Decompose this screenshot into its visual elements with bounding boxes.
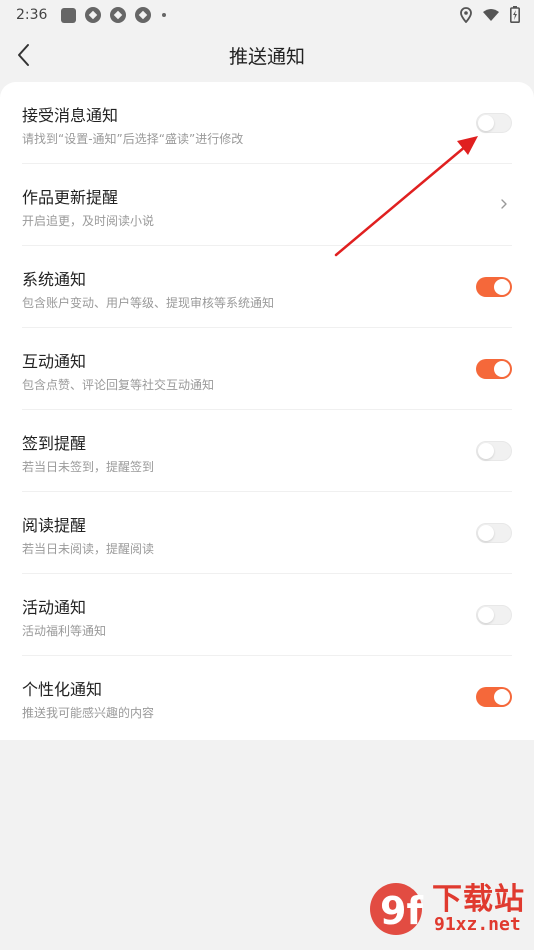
setting-title: 签到提醒 [22, 434, 87, 453]
activity-notification-toggle[interactable] [476, 605, 512, 625]
reading-reminder-toggle[interactable] [476, 523, 512, 543]
aperture-icon [110, 7, 127, 23]
setting-subtitle: 包含点赞、评论回复等社交互动通知 [22, 378, 215, 392]
setting-row-work-updates[interactable]: 作品更新提醒 开启追更，及时阅读小说 [22, 164, 512, 246]
setting-subtitle: 包含账户变动、用户等级、提现审核等系统通知 [22, 296, 275, 310]
accept-messages-toggle[interactable] [476, 113, 512, 133]
toggle-knob [478, 607, 494, 623]
dot-icon [162, 13, 167, 17]
setting-row-interaction[interactable]: 互动通知 包含点赞、评论回复等社交互动通知 [22, 328, 512, 410]
personalized-notification-toggle[interactable] [476, 687, 512, 707]
setting-row-reading[interactable]: 阅读提醒 若当日未阅读，提醒阅读 [22, 492, 512, 574]
toggle-knob [478, 525, 494, 541]
settings-card: 接受消息通知 请找到“设置-通知”后选择“盛读”进行修改 作品更新提醒 开启追更… [0, 82, 534, 740]
wifi-icon [483, 8, 499, 21]
page-title: 推送通知 [228, 46, 305, 68]
watermark-line1: 下载站 [432, 882, 525, 917]
toggle-knob [478, 115, 494, 131]
setting-title: 个性化通知 [22, 680, 103, 699]
interaction-notification-toggle[interactable] [476, 359, 512, 379]
app-header: 推送通知 [0, 30, 534, 82]
setting-subtitle: 开启追更，及时阅读小说 [22, 214, 155, 228]
notification-box-icon [61, 7, 77, 23]
status-bar: 2:36 [0, 0, 534, 30]
toggle-knob [494, 689, 510, 705]
setting-row-activity[interactable]: 活动通知 活动福利等通知 [22, 574, 512, 656]
setting-subtitle: 若当日未阅读，提醒阅读 [22, 542, 155, 556]
aperture-icon [135, 7, 152, 23]
setting-row-personalized[interactable]: 个性化通知 推送我可能感兴趣的内容 [22, 656, 512, 738]
site-watermark: 9f 下载站 91xz.net [368, 874, 528, 944]
chevron-right-icon[interactable] [498, 196, 510, 212]
toggle-knob [478, 443, 494, 459]
status-right-icons [460, 6, 520, 23]
setting-title: 互动通知 [22, 352, 87, 371]
location-icon [460, 6, 472, 23]
setting-title: 接受消息通知 [22, 106, 119, 125]
system-notification-toggle[interactable] [476, 277, 512, 297]
watermark-logo-icon: 9f [370, 883, 423, 935]
checkin-reminder-toggle[interactable] [476, 441, 512, 461]
setting-title: 作品更新提醒 [22, 188, 119, 207]
setting-row-checkin[interactable]: 签到提醒 若当日未签到，提醒签到 [22, 410, 512, 492]
setting-subtitle: 请找到“设置-通知”后选择“盛读”进行修改 [22, 132, 244, 146]
setting-subtitle: 活动福利等通知 [22, 624, 107, 638]
aperture-icon [85, 7, 102, 23]
setting-subtitle: 若当日未签到，提醒签到 [22, 460, 155, 474]
toggle-knob [494, 361, 510, 377]
toggle-knob [494, 279, 510, 295]
svg-text:9f: 9f [380, 889, 423, 933]
battery-icon [510, 6, 520, 23]
setting-title: 阅读提醒 [22, 516, 87, 535]
status-time: 2:36 [16, 7, 48, 23]
setting-title: 系统通知 [22, 270, 87, 289]
setting-title: 活动通知 [22, 598, 87, 617]
setting-subtitle: 推送我可能感兴趣的内容 [22, 706, 155, 720]
setting-row-system[interactable]: 系统通知 包含账户变动、用户等级、提现审核等系统通知 [22, 246, 512, 328]
watermark-line2: 91xz.net [434, 914, 521, 935]
setting-row-accept-messages[interactable]: 接受消息通知 请找到“设置-通知”后选择“盛读”进行修改 [22, 82, 512, 164]
